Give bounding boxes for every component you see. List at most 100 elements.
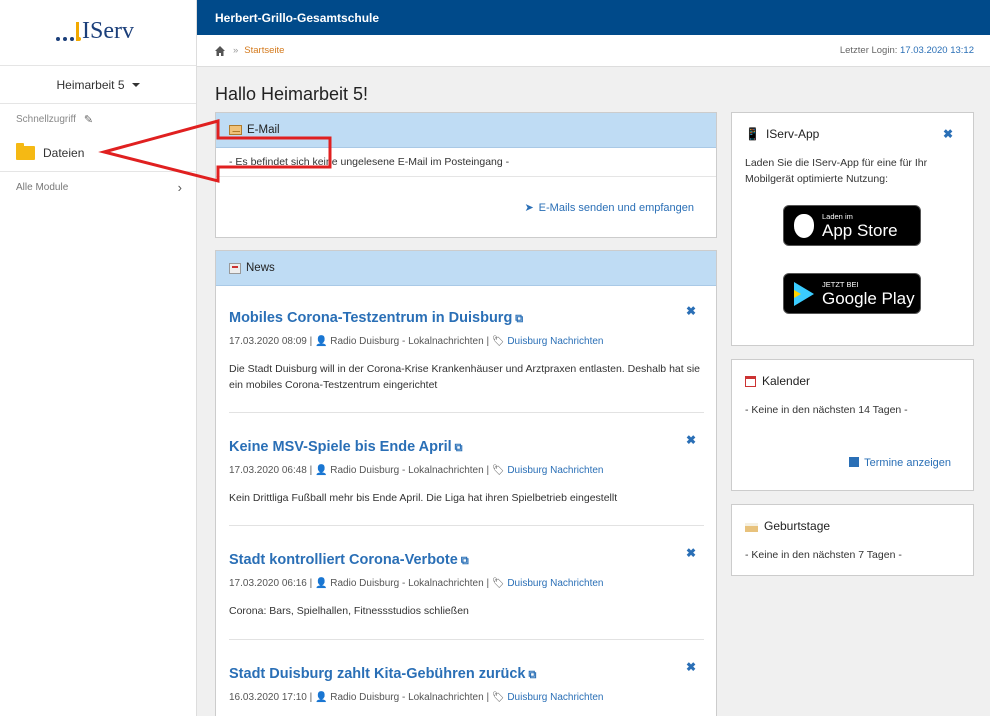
calendar-small-icon: [849, 457, 860, 467]
news-panel: News ✖ Mobiles Corona-Testzentrum in Dui…: [215, 250, 717, 716]
quick-access-label: Schnellzugriff: [16, 113, 76, 125]
email-link-label: E-Mails senden und empfangen: [538, 201, 694, 214]
user-icon: 👤: [315, 578, 328, 589]
home-icon[interactable]: [215, 45, 225, 56]
email-footer: ➤ E-Mails senden und empfangen: [216, 177, 716, 237]
folder-icon: [16, 142, 35, 160]
breadcrumb-startseite[interactable]: Startseite: [244, 45, 284, 56]
app-store-small: Laden im: [822, 211, 853, 221]
close-icon[interactable]: ✖: [943, 127, 953, 141]
email-message: - Es befindet sich keine ungelesene E-Ma…: [216, 148, 716, 177]
news-date: 16.03.2020 17:10: [229, 692, 307, 703]
mobile-icon: 📱: [745, 127, 760, 141]
pencil-icon[interactable]: ✎: [84, 113, 93, 126]
iserv-logo[interactable]: IServ: [0, 0, 196, 66]
logo-text: IServ: [82, 18, 134, 44]
user-icon: 👤: [315, 692, 328, 703]
close-icon[interactable]: ✖: [686, 433, 696, 447]
email-panel-title: E-Mail: [247, 124, 280, 136]
app-panel-title: IServ-App: [765, 127, 820, 141]
news-source: Radio Duisburg - Lokalnachrichten: [330, 578, 484, 589]
all-modules-label: Alle Module: [16, 181, 69, 193]
newspaper-icon: [229, 262, 241, 274]
news-text: Die Stadt Duisburg will in der Corona-Kr…: [229, 363, 701, 391]
birthdays-panel: Geburtstage - Keine in den nächsten 7 Ta…: [731, 504, 974, 576]
tag-icon: 🏷: [491, 465, 505, 476]
external-link-icon: ⧉: [460, 555, 469, 567]
calendar-panel-title: Kalender: [762, 374, 811, 388]
email-link[interactable]: ➤ E-Mails senden und empfangen: [524, 201, 694, 214]
news-title: Keine MSV-Spiele bis Ende April: [229, 439, 452, 455]
close-icon[interactable]: ✖: [686, 660, 696, 674]
last-login-value: 17.03.2020 13:12: [900, 45, 974, 56]
external-link-icon: ⧉: [515, 313, 524, 325]
news-tag-link[interactable]: Duisburg Nachrichten: [507, 578, 603, 589]
calendar-icon: [745, 375, 756, 387]
news-item: ✖ Stadt Duisburg zahlt Kita-Gebühren zur…: [229, 640, 704, 716]
email-panel-header: E-Mail: [216, 113, 716, 148]
school-name: Herbert-Grillo-Gesamtschule: [215, 10, 380, 25]
sidebar-item-label: Dateien: [43, 145, 85, 160]
birthdays-panel-header: Geburtstage: [732, 505, 973, 547]
page-title: Hallo Heimarbeit 5!: [215, 84, 369, 104]
app-panel: 📱 IServ-App ✖ Laden Sie die IServ-App fü…: [731, 112, 974, 346]
tag-icon: 🏷: [491, 692, 505, 703]
logo-bar: [76, 22, 79, 41]
app-panel-header: 📱 IServ-App ✖: [732, 113, 973, 155]
user-icon: 👤: [315, 336, 328, 347]
news-meta: 17.03.2020 08:09 | 👤 Radio Duisburg - Lo…: [229, 336, 604, 347]
news-title: Stadt Duisburg zahlt Kita-Gebühren zurüc…: [229, 666, 526, 682]
tag-icon: 🏷: [491, 336, 505, 347]
news-meta: 16.03.2020 17:10 | 👤 Radio Duisburg - Lo…: [229, 692, 604, 703]
news-panel-header: News: [216, 251, 716, 286]
chevron-right-icon: ›: [177, 179, 182, 195]
google-play-label: JETZT BEI Google Play: [822, 280, 915, 308]
app-store-big: App Store: [822, 220, 898, 240]
breadcrumb: » Startseite Letzter Login: 17.03.2020 1…: [197, 35, 990, 67]
news-title-link[interactable]: Stadt kontrolliert Corona-Verbote ⧉: [229, 552, 704, 568]
news-title-link[interactable]: Keine MSV-Spiele bis Ende April ⧉: [229, 439, 704, 455]
news-meta: 17.03.2020 06:16 | 👤 Radio Duisburg - Lo…: [229, 578, 604, 589]
news-date: 17.03.2020 06:48: [229, 465, 307, 476]
calendar-link[interactable]: Termine anzeigen: [849, 457, 951, 469]
send-icon: ➤: [524, 201, 534, 214]
user-icon: 👤: [315, 465, 328, 476]
app-store-button[interactable]: Laden im App Store: [783, 205, 921, 246]
quick-access-header: Schnellzugriff ✎: [0, 104, 196, 134]
birthdays-text: - Keine in den nächsten 7 Tagen -: [745, 549, 902, 561]
top-bar: Herbert-Grillo-Gesamtschule: [197, 0, 990, 35]
sidebar-item-dateien[interactable]: Dateien: [0, 134, 196, 172]
news-text: Corona: Bars, Spielhallen, Fitnessstudio…: [229, 605, 469, 617]
news-title-link[interactable]: Mobiles Corona-Testzentrum in Duisburg ⧉: [229, 310, 704, 326]
user-menu[interactable]: Heimarbeit 5: [0, 66, 196, 104]
google-play-big: Google Play: [822, 288, 915, 308]
all-modules[interactable]: Alle Module ›: [0, 172, 196, 202]
google-play-small: JETZT BEI: [822, 279, 859, 289]
calendar-panel-header: Kalender: [732, 360, 973, 402]
news-title-link[interactable]: Stadt Duisburg zahlt Kita-Gebühren zurüc…: [229, 666, 704, 682]
birthdays-panel-title: Geburtstage: [764, 519, 831, 533]
news-text: Kein Drittliga Fußball mehr bis Ende Apr…: [229, 492, 618, 504]
news-item: ✖ Stadt kontrolliert Corona-Verbote ⧉ 17.…: [229, 526, 704, 640]
news-meta: 17.03.2020 06:48 | 👤 Radio Duisburg - Lo…: [229, 465, 604, 476]
google-play-button[interactable]: JETZT BEI Google Play: [783, 273, 921, 314]
caret-down-icon: [131, 82, 140, 87]
news-tag-link[interactable]: Duisburg Nachrichten: [507, 336, 603, 347]
close-icon[interactable]: ✖: [686, 304, 696, 318]
last-login-label: Letzter Login:: [839, 45, 898, 56]
last-login: Letzter Login: 17.03.2020 13:12: [840, 45, 974, 56]
tag-icon: 🏷: [491, 578, 505, 589]
news-title: Stadt kontrolliert Corona-Verbote: [229, 552, 458, 568]
news-source: Radio Duisburg - Lokalnachrichten: [330, 465, 484, 476]
external-link-icon: ⧉: [528, 669, 537, 681]
sidebar: IServ Heimarbeit 5 Schnellzugriff ✎ Date…: [0, 0, 197, 716]
app-text: Laden Sie die IServ-App für eine für Ihr…: [745, 157, 928, 185]
google-play-icon: [794, 281, 814, 306]
news-tag-link[interactable]: Duisburg Nachrichten: [507, 692, 603, 703]
news-tag-link[interactable]: Duisburg Nachrichten: [507, 465, 603, 476]
close-icon[interactable]: ✖: [686, 546, 696, 560]
news-title: Mobiles Corona-Testzentrum in Duisburg: [229, 310, 513, 326]
apple-icon: [794, 213, 814, 238]
external-link-icon: ⧉: [454, 442, 463, 454]
mail-icon: [229, 125, 242, 135]
